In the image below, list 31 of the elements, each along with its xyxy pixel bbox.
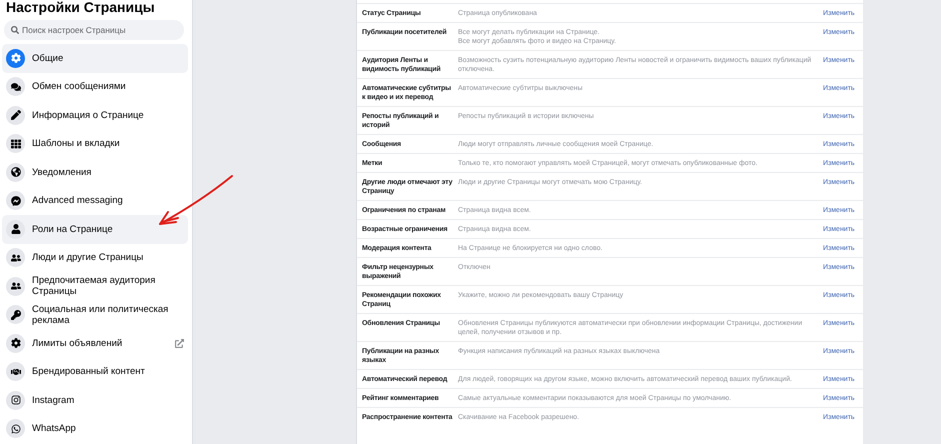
instagram-icon [6, 390, 25, 410]
chat-bubbles-icon [6, 77, 25, 96]
sidebar-item[interactable]: Шаблоны и вкладки [2, 130, 188, 158]
sidebar-item[interactable]: Брендированный контент [2, 358, 188, 386]
sidebar-item[interactable]: Instagram [2, 386, 188, 414]
pencil-icon [6, 106, 25, 125]
sidebar-item[interactable]: Обмен сообщениями [2, 72, 188, 101]
search-icon [11, 26, 19, 34]
gear-icon [6, 334, 25, 353]
key-icon [6, 305, 25, 324]
sidebar-item[interactable]: Уведомления [2, 158, 188, 186]
sidebar-item[interactable]: Информация о Странице [2, 101, 188, 130]
globe-icon [6, 162, 25, 182]
people-icon [6, 248, 25, 268]
sidebar-item[interactable]: WhatsApp [2, 414, 188, 443]
sidebar-item[interactable]: Лимиты объявлений [2, 329, 188, 358]
handshake-icon [6, 362, 25, 382]
sidebar-item[interactable]: Социальная или политическая реклама [2, 300, 188, 329]
sidebar-title: Настройки Страницы [6, 0, 156, 15]
settings-icon [6, 48, 25, 68]
grid-icon [6, 134, 25, 154]
search-field[interactable]: Поиск настроек Страницы [4, 20, 184, 40]
people-icon [6, 276, 25, 296]
sidebar-item[interactable]: Роли на Странице [2, 215, 188, 244]
messenger-icon [6, 191, 25, 210]
whatsapp-icon [6, 419, 25, 438]
sidebar-item[interactable]: Advanced messaging [2, 186, 188, 215]
sidebar-item[interactable]: Общие [2, 44, 188, 72]
person-icon [6, 220, 25, 239]
sidebar-item[interactable]: Люди и другие Страницы [2, 244, 188, 272]
sidebar-item[interactable]: Предпочитаемая аудитория Страницы [2, 272, 188, 300]
